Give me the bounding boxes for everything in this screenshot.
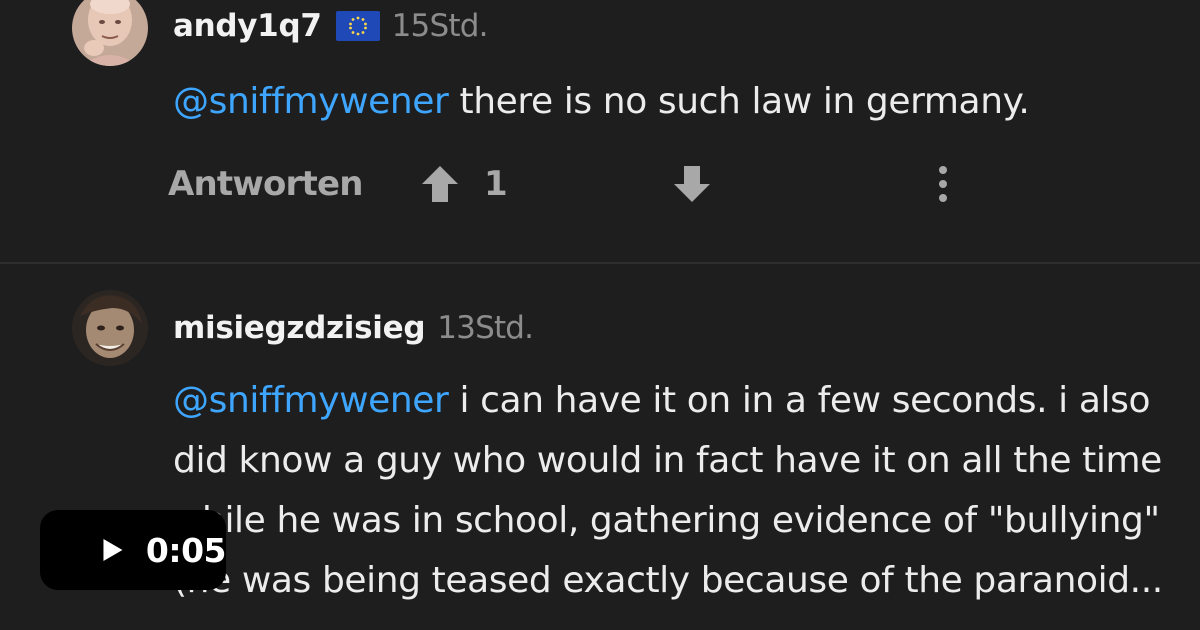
vote-count: 1 <box>484 164 508 204</box>
downvote-arrow-icon[interactable] <box>670 162 714 206</box>
avatar-image <box>72 290 148 366</box>
play-icon <box>103 539 123 561</box>
author-name[interactable]: andy1q7 <box>173 8 322 44</box>
comment-actions: Antworten 1 <box>168 160 988 216</box>
more-options-icon[interactable] <box>928 162 958 206</box>
avatar[interactable] <box>72 0 148 66</box>
comments-screenshot: andy1q7 15Std. @sniffmywener there is no… <box>0 0 1200 630</box>
comment-timestamp[interactable]: 13Std. <box>437 310 534 346</box>
comment-header: andy1q7 15Std. <box>173 6 488 46</box>
comment-body: @sniffmywener there is no such law in ge… <box>173 72 1173 132</box>
avatar-image <box>72 0 148 66</box>
video-play-button[interactable]: 0:05 <box>40 510 227 590</box>
author-name[interactable]: misiegzdzisieg <box>173 310 426 346</box>
user-mention[interactable]: @sniffmywener <box>173 380 449 421</box>
reply-button[interactable]: Antworten <box>168 164 363 204</box>
comment-body: @sniffmywener i can have it on in a few … <box>173 371 1163 611</box>
comment-text: there is no such law in germany. <box>448 81 1030 122</box>
user-mention[interactable]: @sniffmywener <box>173 81 449 122</box>
comment-header: misiegzdzisieg 13Std. <box>173 308 534 348</box>
video-duration: 0:05 <box>145 530 227 570</box>
comment-timestamp[interactable]: 15Std. <box>392 8 489 44</box>
avatar[interactable] <box>72 290 148 366</box>
upvote-arrow-icon[interactable] <box>418 162 462 206</box>
comment-andy1q7: andy1q7 15Std. @sniffmywener there is no… <box>0 0 1200 262</box>
eu-flag-icon <box>335 11 380 41</box>
